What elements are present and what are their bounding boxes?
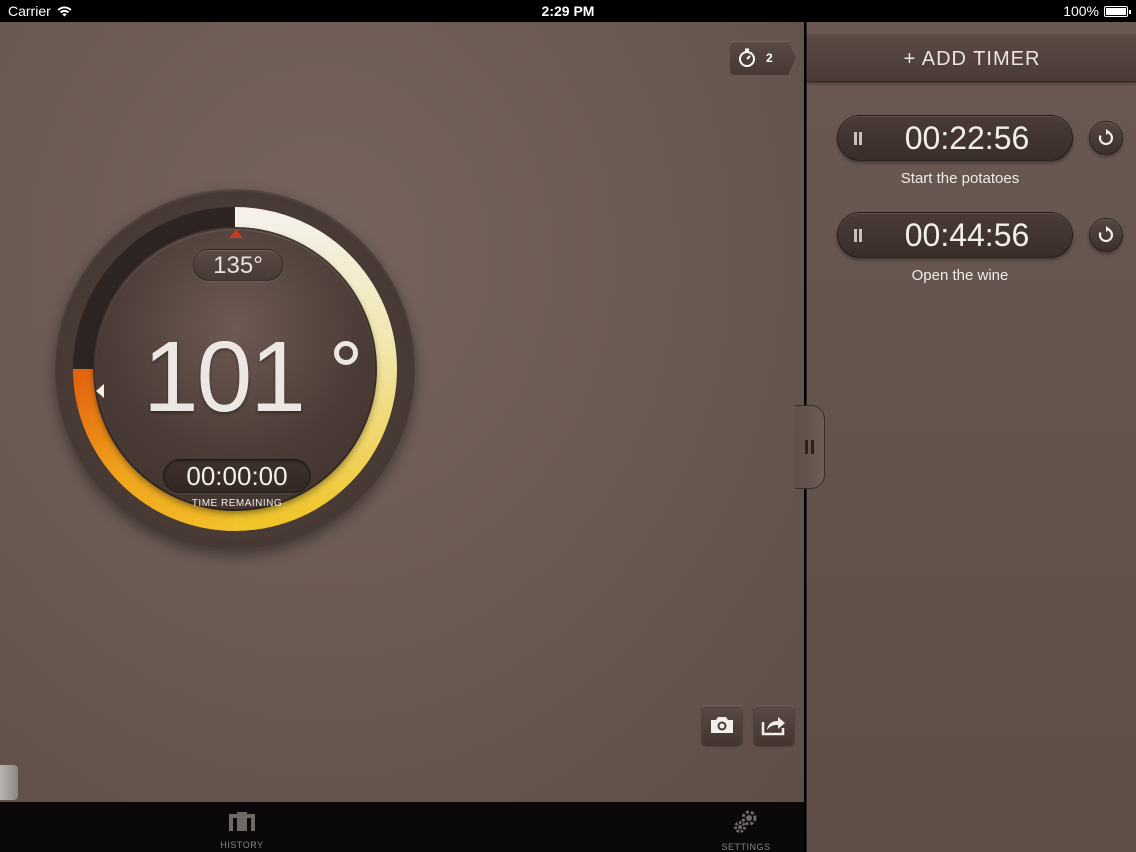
stopwatch-icon: [739, 48, 755, 67]
timer-time: 00:44:56: [904, 217, 1030, 253]
timer-time: 00:22:56: [904, 120, 1030, 156]
reset-icon: [1098, 226, 1114, 243]
timer-item: 00:44:56 Open the wine: [807, 212, 1136, 292]
reset-timer-button[interactable]: [1089, 121, 1123, 155]
current-temperature: 101: [143, 321, 306, 433]
tab-settings-label: SETTINGS: [721, 842, 771, 852]
status-time: 2:29 PM: [541, 3, 595, 19]
timer-item: 00:22:56 Start the potatoes: [807, 115, 1136, 195]
status-bar: Carrier 2:29 PM 100%: [0, 0, 1136, 22]
battery-percent: 100%: [1063, 3, 1099, 19]
target-temp-marker: [229, 229, 243, 238]
timer-count: 2: [766, 51, 773, 65]
timer-label: Open the wine: [911, 267, 1009, 284]
pause-icon: [853, 132, 863, 145]
time-remaining-label: TIME REMAINING: [191, 498, 283, 509]
share-icon: [761, 717, 785, 736]
active-timers-button[interactable]: 2: [730, 41, 796, 75]
countdown-display[interactable]: 00:00:00: [163, 459, 311, 493]
history-icon: [229, 812, 255, 831]
timer-pill[interactable]: 00:22:56: [837, 115, 1073, 161]
temperature-dial: 135° 101 00:00:00 TIME REMAINING: [55, 189, 415, 549]
camera-icon: [711, 717, 733, 733]
tab-history[interactable]: HISTORY: [202, 810, 282, 850]
degree-symbol: [334, 341, 358, 365]
reset-timer-button[interactable]: [1089, 218, 1123, 252]
tab-history-label: HISTORY: [220, 840, 264, 850]
camera-button[interactable]: [702, 705, 742, 745]
timer-pill[interactable]: 00:44:56: [837, 212, 1073, 258]
add-timer-button[interactable]: + ADD TIMER: [807, 34, 1136, 82]
left-drawer-tab[interactable]: [0, 765, 18, 800]
battery-icon: [1104, 5, 1131, 17]
settings-gear-icon: [734, 810, 757, 833]
tab-bar: HISTORY SETTINGS: [0, 802, 804, 852]
current-temp-marker: [96, 384, 104, 398]
tab-settings[interactable]: SETTINGS: [706, 810, 786, 852]
target-temp-button[interactable]: 135°: [193, 249, 283, 281]
reset-icon: [1098, 129, 1114, 146]
timers-panel: + ADD TIMER 00:22:56 Start the potatoes …: [806, 22, 1136, 852]
handle-grip: [805, 440, 808, 454]
handle-grip: [811, 440, 814, 454]
main-panel: 2 135° 101 00:00:00 TIME REMAINING: [0, 22, 804, 802]
pause-icon: [853, 229, 863, 242]
battery-info: 100%: [1063, 3, 1131, 19]
timer-label: Start the potatoes: [900, 170, 1020, 187]
share-button[interactable]: [754, 705, 794, 745]
panel-drag-handle[interactable]: [795, 405, 825, 489]
